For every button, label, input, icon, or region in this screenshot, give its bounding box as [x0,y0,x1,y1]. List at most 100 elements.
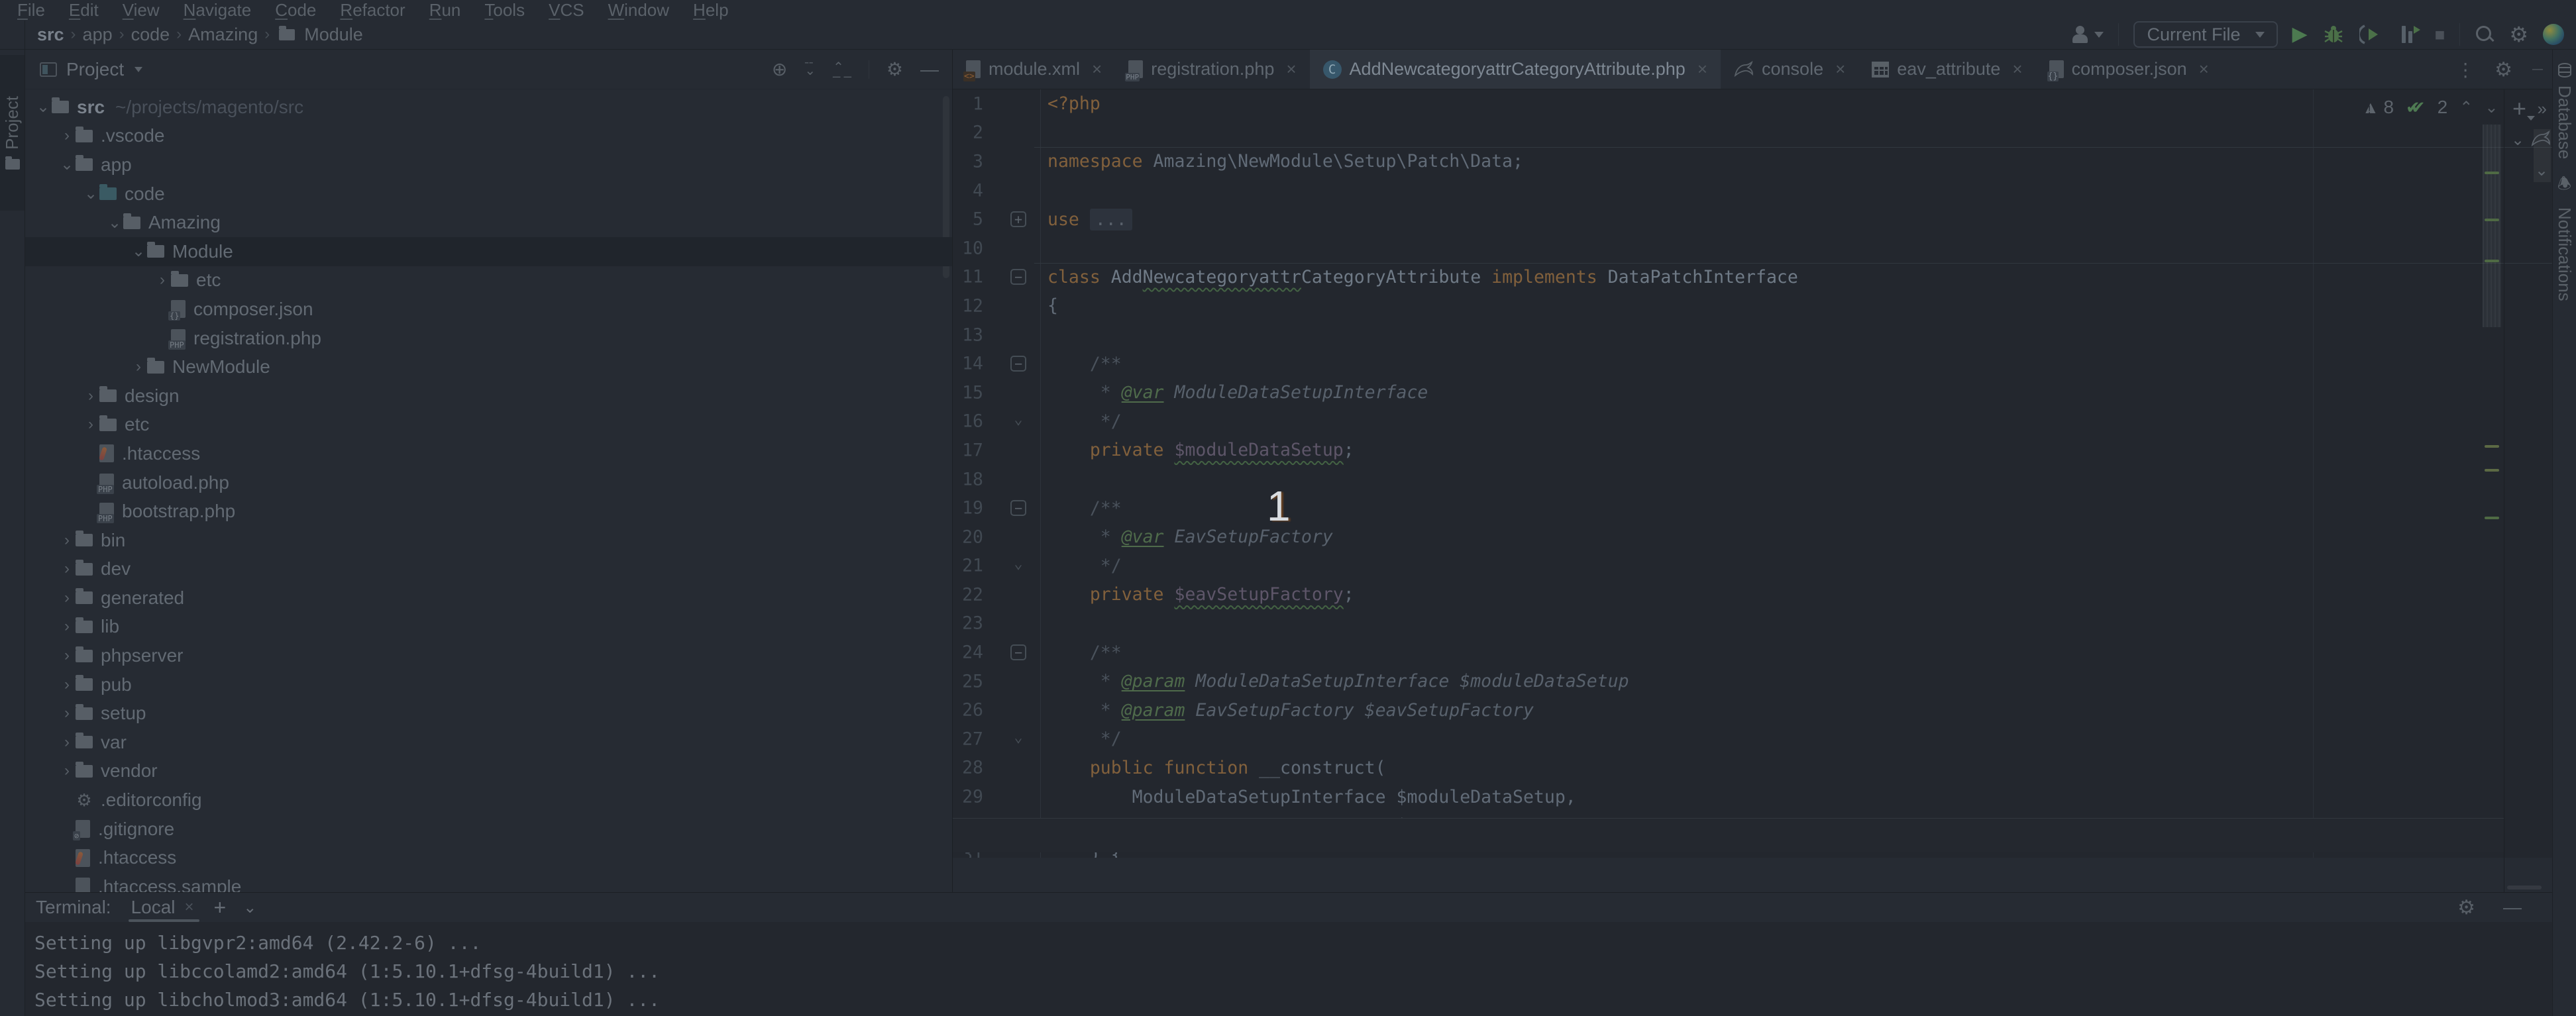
tree-chevron-icon[interactable]: ⌄ [82,184,99,203]
menu-item-code[interactable]: Code [264,0,327,21]
tree-row[interactable]: ›bin [25,526,952,555]
project-panel-title[interactable]: Project [66,59,124,80]
close-icon[interactable]: × [2199,59,2209,79]
editor-gutter[interactable]: 2 [953,119,1041,148]
new-terminal-button[interactable]: + [214,895,227,920]
fold-marker-icon[interactable]: − [1010,644,1026,660]
hide-panel-icon[interactable]: — [920,59,939,80]
fold-marker-icon[interactable]: − [1010,269,1026,285]
expand-all-icon[interactable]: ˉˉ⌄ [804,64,816,75]
tree-row[interactable]: ›setup [25,699,952,728]
fold-marker-icon[interactable]: − [1010,356,1026,372]
editor-gutter[interactable]: 28 [953,754,1041,783]
tree-row[interactable]: .htaccess [25,439,952,468]
editor-gutter[interactable]: 21⌄ [953,552,1041,581]
editor-gutter[interactable]: 11− [953,263,1041,292]
tree-row[interactable]: ⌄Amazing [25,208,952,237]
breadcrumb-item[interactable]: app [80,25,115,45]
close-icon[interactable]: × [185,898,194,917]
editor-tab-console[interactable]: console× [1721,50,1858,89]
tree-row[interactable]: ›etc [25,266,952,295]
tree-row[interactable]: .htaccess.sample [25,872,952,892]
terminal-settings-gear-icon[interactable]: ⚙ [2457,896,2475,919]
editor-tab-eav_attribute[interactable]: eav_attribute× [1858,50,2035,89]
sidebar-item-database[interactable]: Database [2553,63,2576,159]
fold-marker-icon[interactable]: − [1010,500,1026,516]
editor-gutter[interactable]: 25 [953,667,1041,696]
tree-row[interactable]: ›lib [25,613,952,642]
run-coverage-button[interactable] [2359,23,2382,46]
editor-gutter[interactable]: 5+ [953,205,1041,234]
close-icon[interactable]: × [2012,59,2022,79]
more-icon[interactable]: » [2538,99,2547,119]
tree-row[interactable]: ⊘.gitignore [25,815,952,844]
close-icon[interactable]: × [1697,59,1707,79]
editor-gutter[interactable]: 10 [953,234,1041,263]
editor-gutter[interactable]: 19− [953,493,1041,523]
tree-row[interactable]: ›vendor [25,757,952,786]
tree-chevron-icon[interactable]: ⌄ [130,242,147,261]
tree-row[interactable]: ›etc [25,411,952,440]
menu-item-navigate[interactable]: Navigate [173,0,262,21]
tree-chevron-icon[interactable]: › [58,733,76,752]
menu-item-help[interactable]: Help [682,0,739,21]
editor-gutter[interactable]: 20 [953,523,1041,552]
breadcrumb-item[interactable]: code [129,25,173,45]
tree-row[interactable]: ⚙.editorconfig [25,786,952,815]
tree-chevron-icon[interactable]: › [58,617,76,636]
terminal-tab-local[interactable]: Local × [131,893,194,922]
user-profile-button[interactable] [2070,25,2104,44]
editor-tab-AddNewcategoryattrCategoryAttribute.php[interactable]: CAddNewcategoryattrCategoryAttribute.php… [1310,50,1721,89]
terminal-output[interactable]: Setting up libgvpr2:amd64 (2.42.2-6) ...… [25,922,2552,1016]
menu-item-view[interactable]: View [112,0,170,21]
tree-chevron-icon[interactable]: › [58,646,76,665]
editor-gutter[interactable]: 29 [953,782,1041,811]
tree-chevron-icon[interactable]: › [82,387,99,405]
editor-scrollbar[interactable] [2481,89,2503,858]
tree-row[interactable]: ›phpserver [25,641,952,670]
tree-row[interactable]: ›var [25,728,952,757]
debug-button[interactable] [2322,23,2345,46]
inspections-widget[interactable]: ▲! 8 ✔✔ 2 ⌃ ⌄ [2362,97,2498,118]
collapse-all-icon[interactable]: ⌃_ _ [833,64,851,75]
editor-gutter[interactable]: 24− [953,638,1041,667]
tree-chevron-icon[interactable]: ⌄ [58,155,76,174]
search-everywhere-icon[interactable] [2475,25,2495,44]
breadcrumb-item[interactable]: src [34,25,67,45]
run-button[interactable]: ▶ [2292,25,2308,44]
tree-chevron-icon[interactable]: › [58,704,76,723]
settings-gear-icon[interactable]: ⚙ [2509,22,2528,47]
editor-gutter[interactable]: 15 [953,378,1041,407]
avatar[interactable] [2543,24,2564,45]
chevron-down-icon[interactable] [134,67,142,72]
tree-row[interactable]: PHPbootstrap.php [25,497,952,526]
fold-marker-icon[interactable]: ⌄ [1010,413,1026,429]
tree-row[interactable]: ›.vscode [25,122,952,151]
tab-list-icon[interactable]: ⋮ [2456,59,2475,81]
hide-editor-icon[interactable]: — [2532,64,2543,76]
tree-row[interactable]: ›NewModule [25,352,952,381]
editor-hscrollbar-track[interactable] [953,818,2504,852]
code-editor[interactable]: 1<?php23namespace Amazing\NewModule\Setu… [953,89,2552,858]
tree-row[interactable]: ⌄app [25,150,952,179]
editor-tab-registration.php[interactable]: registration.php× [1115,50,1309,89]
stop-button[interactable]: ■ [2435,25,2445,45]
tree-row[interactable]: ›design [25,381,952,411]
tree-row[interactable]: PHPregistration.php [25,324,952,353]
editor-gutter[interactable]: 12 [953,291,1041,321]
tree-row[interactable]: .htaccess [25,843,952,872]
db-hscrollbar-thumb[interactable] [2507,886,2542,889]
editor-gutter[interactable]: 1 [953,89,1041,119]
fold-marker-icon[interactable]: + [1010,211,1026,227]
mysql-dolphin-icon[interactable] [2531,130,2551,148]
editor-tab-composer.json[interactable]: composer.json× [2036,50,2222,89]
tree-row[interactable]: ›dev [25,555,952,584]
menu-item-file[interactable]: File [7,0,56,21]
editor-gutter[interactable]: 4 [953,176,1041,205]
editor-gutter[interactable]: 22 [953,580,1041,609]
tree-chevron-icon[interactable]: › [58,589,76,607]
editor-gutter[interactable]: 26 [953,695,1041,725]
breadcrumb-item[interactable]: Module [301,25,366,45]
prev-issue-icon[interactable]: ⌃ [2459,98,2473,117]
scrollbar-thumb[interactable] [2483,125,2501,327]
